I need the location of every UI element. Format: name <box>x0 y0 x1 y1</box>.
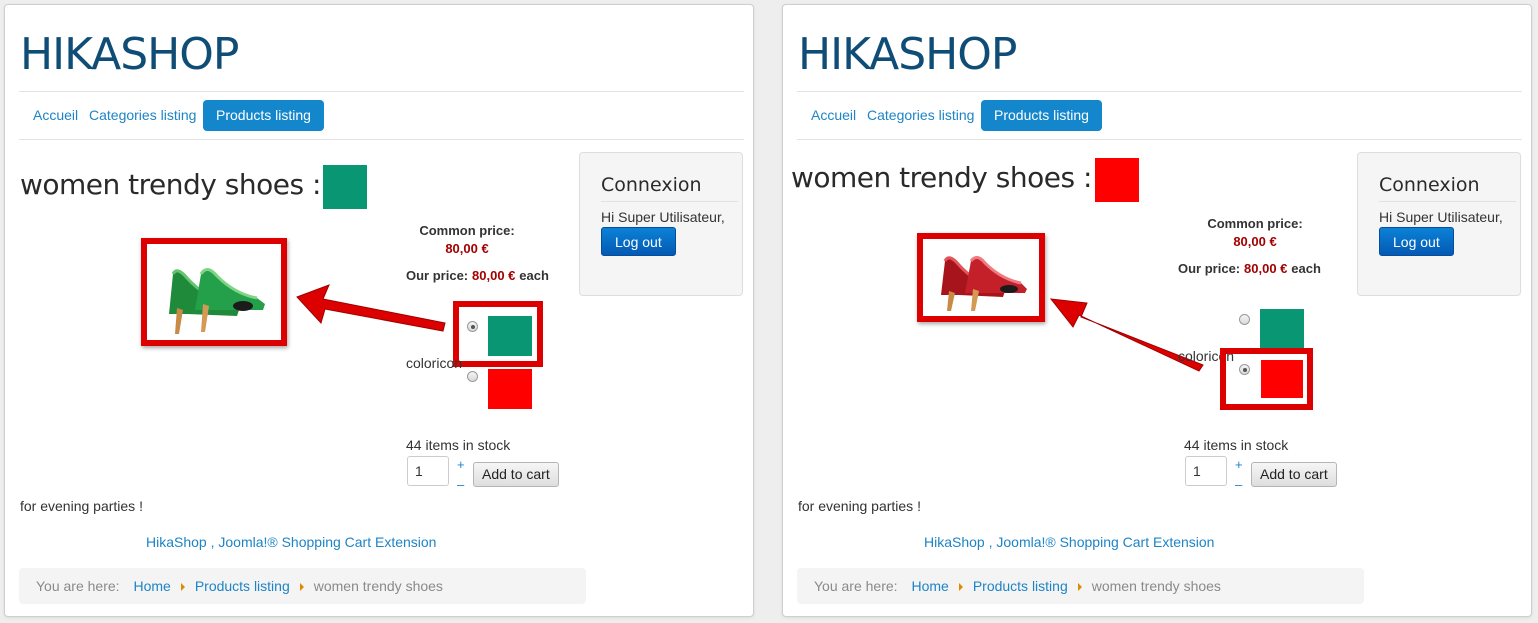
stock-status: 44 items in stock <box>1184 437 1289 453</box>
login-divider <box>601 201 738 202</box>
color-option-red[interactable] <box>1260 359 1304 399</box>
breadcrumb-home[interactable]: Home <box>133 578 170 594</box>
login-title: Connexion <box>601 174 702 196</box>
login-greeting: Hi Super Utilisateur, <box>601 209 725 225</box>
price-each: each <box>519 268 549 283</box>
color-option-red-radio[interactable] <box>1239 364 1250 375</box>
stock-status: 44 items in stock <box>406 437 511 453</box>
quantity-minus-button[interactable]: – <box>1235 478 1242 491</box>
arrow-to-image <box>296 284 446 332</box>
color-option-green[interactable] <box>488 316 532 356</box>
add-to-cart-button[interactable]: Add to cart <box>1251 462 1337 487</box>
login-greeting: Hi Super Utilisateur, <box>1379 209 1503 225</box>
add-to-cart-button[interactable]: Add to cart <box>473 462 559 487</box>
color-option-green[interactable] <box>1260 309 1304 349</box>
color-option-green-radio[interactable] <box>1239 314 1250 325</box>
price-each: each <box>1291 261 1321 276</box>
our-price-value: 80,00 € <box>1244 261 1288 276</box>
quantity-plus-button[interactable]: + <box>1235 458 1243 471</box>
common-price-label: Common price: <box>1207 216 1303 231</box>
login-title: Connexion <box>1379 174 1480 196</box>
common-price-label: Common price: <box>419 223 515 238</box>
breadcrumb-current: women trendy shoes <box>1091 578 1221 594</box>
breadcrumb-separator-icon <box>299 583 304 592</box>
breadcrumb-products[interactable]: Products listing <box>195 578 290 594</box>
breadcrumb-separator-icon <box>180 583 185 592</box>
breadcrumb-prefix: You are here: <box>814 578 898 594</box>
characteristic-label: coloricon <box>406 355 463 371</box>
breadcrumb-current: women trendy shoes <box>313 578 443 594</box>
breadcrumb-prefix: You are here: <box>36 578 120 594</box>
login-divider <box>1379 201 1516 202</box>
quantity-input[interactable]: 1 <box>407 456 449 486</box>
product-description: for evening parties ! <box>798 498 921 514</box>
arrow-to-image <box>1049 298 1204 372</box>
breadcrumb: You are here: Home Products listing women … <box>19 568 586 604</box>
login-module: Connexion Hi Super Utilisateur, Log out <box>579 152 743 296</box>
our-price-label: Our price: <box>406 268 469 283</box>
breadcrumb: You are here: Home Products listing women … <box>797 568 1364 604</box>
color-option-red[interactable] <box>488 369 532 409</box>
breadcrumb-products[interactable]: Products listing <box>973 578 1068 594</box>
quantity-minus-button[interactable]: – <box>457 478 464 491</box>
product-page-red: HIKASHOP Accueil Categories listing Prod… <box>782 4 1532 617</box>
quantity-input[interactable]: 1 <box>1185 456 1227 486</box>
footer-link[interactable]: HikaShop , Joomla!® Shopping Cart Extens… <box>146 534 436 550</box>
logout-button[interactable]: Log out <box>601 227 676 256</box>
color-option-green-radio[interactable] <box>467 321 478 332</box>
product-page-green: HIKASHOP Accueil Categories listing Prod… <box>4 4 754 617</box>
login-module: Connexion Hi Super Utilisateur, Log out <box>1357 152 1521 296</box>
quantity-plus-button[interactable]: + <box>457 458 465 471</box>
product-description: for evening parties ! <box>20 498 143 514</box>
color-option-red-radio[interactable] <box>467 371 478 382</box>
breadcrumb-separator-icon <box>1077 583 1082 592</box>
logout-button[interactable]: Log out <box>1379 227 1454 256</box>
breadcrumb-home[interactable]: Home <box>911 578 948 594</box>
our-price-value: 80,00 € <box>472 268 516 283</box>
common-price-value: 80,00 € <box>1233 234 1277 249</box>
our-price-label: Our price: <box>1178 261 1241 276</box>
breadcrumb-separator-icon <box>958 583 963 592</box>
footer-link[interactable]: HikaShop , Joomla!® Shopping Cart Extens… <box>924 534 1214 550</box>
common-price-value: 80,00 € <box>445 241 489 256</box>
